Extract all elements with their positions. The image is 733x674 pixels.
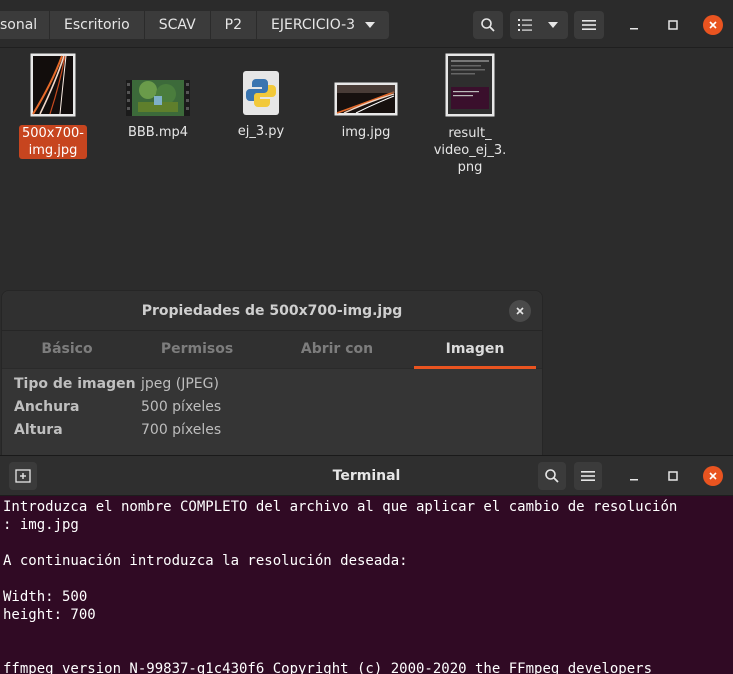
minimize-icon [630,479,638,481]
file-name-label: 500x700- img.jpg [18,125,87,159]
search-button[interactable] [473,11,503,39]
terminal-line: ​ [3,534,725,552]
property-value: jpeg (JPEG) [141,376,219,392]
new-tab-icon [15,469,31,483]
file-name-label: result_ video_ej_3.png [431,125,510,176]
properties-dialog: Propiedades de 500x700-img.jpg Básico Pe… [1,290,543,470]
property-row-tipo: Tipo de imagen jpeg (JPEG) [14,375,219,393]
maximize-icon [668,471,678,481]
file-name-line: 500x700- [21,126,84,141]
terminal-window: Terminal Introduzca el nombre COMPLETO d… [0,455,733,674]
image-thumbnail-icon [30,53,76,117]
tab-permisos[interactable]: Permisos [132,331,262,369]
tab-bar: Básico Permisos Abrir con Imagen [2,331,542,369]
file-name-line: png [457,160,483,175]
minimize-icon [630,28,638,30]
image-thumbnail-icon [334,82,398,116]
terminal-line: ​ [3,642,725,660]
file-name-label: img.jpg [341,125,391,140]
breadcrumb-item-escritorio[interactable]: Escritorio [50,11,145,39]
dialog-title: Propiedades de 500x700-img.jpg [2,291,542,331]
file-item-ej-3-py[interactable]: ej_3.py [216,71,306,140]
property-label: Tipo de imagen [14,376,136,392]
view-list-button[interactable] [510,11,540,39]
property-row-altura: Altura 700 píxeles [14,421,221,439]
terminal-line: Width: 500 [3,589,88,605]
terminal-line: ffmpeg version N-99837-g1c430f6 Copyrigh… [3,661,653,674]
screenshot-thumbnail-icon [445,53,495,117]
file-item-img-jpg[interactable]: img.jpg [321,82,411,141]
file-name-label: ej_3.py [237,124,285,139]
search-icon [481,18,495,32]
file-item-result-video-ej-3-png[interactable]: result_ video_ej_3.png [425,53,515,176]
file-name-line: video_ej_3. [433,143,507,158]
video-thumbnail-icon [126,80,190,116]
file-name-line: result_ [448,126,492,141]
terminal-output[interactable]: Introduzca el nombre COMPLETO del archiv… [3,498,725,674]
close-icon [516,307,524,315]
close-icon [703,466,723,486]
file-manager-header: sonal Escritorio SCAV P2 EJERCICIO-3 [0,0,733,48]
breadcrumb-item-personal[interactable]: sonal [0,11,50,39]
terminal-line: Introduzca el nombre COMPLETO del archiv… [3,499,678,515]
terminal-line: A continuación introduzca la resolución … [3,553,408,569]
terminal-line: ​ [3,570,725,588]
search-icon [545,469,559,483]
property-label: Anchura [14,399,80,415]
tab-basico[interactable]: Básico [2,331,132,369]
close-button[interactable] [702,14,724,36]
file-item-bbb-mp4[interactable]: BBB.mp4 [113,80,203,141]
terminal-line: : img.jpg [3,517,79,533]
breadcrumb-item-p2[interactable]: P2 [210,11,258,39]
property-value: 500 píxeles [141,399,222,415]
file-name-line: img.jpg [28,143,78,158]
tab-imagen[interactable]: Imagen [414,331,536,369]
terminal-menu-button[interactable] [574,462,602,490]
chevron-down-icon [365,22,376,28]
property-label: Altura [14,422,63,438]
breadcrumb-current-label: EJERCICIO-3 [271,17,356,33]
maximize-icon [668,20,678,30]
terminal-maximize-button[interactable] [662,465,684,487]
breadcrumb: sonal Escritorio SCAV P2 EJERCICIO-3 [0,11,391,39]
file-item-500x700-img[interactable]: 500x700- img.jpg [8,53,98,159]
terminal-line: height: 700 [3,607,96,623]
close-icon [703,15,723,35]
chevron-down-icon [548,22,558,28]
terminal-line: ​ [3,624,725,642]
file-name-label: BBB.mp4 [127,125,189,140]
minimize-button[interactable] [623,14,645,36]
property-value: 700 píxeles [141,422,222,438]
view-options-button[interactable] [538,11,568,39]
hamburger-menu-icon [582,20,596,30]
terminal-header: Terminal [0,456,733,496]
python-file-icon [243,71,279,115]
breadcrumb-item-scav[interactable]: SCAV [144,11,211,39]
terminal-search-button[interactable] [538,462,566,490]
desktop: sonal Escritorio SCAV P2 EJERCICIO-3 500… [0,0,733,674]
terminal-close-button[interactable] [702,465,724,487]
property-row-anchura: Anchura 500 píxeles [14,398,221,416]
maximize-button[interactable] [662,14,684,36]
tab-abrir-con[interactable]: Abrir con [272,331,402,369]
terminal-minimize-button[interactable] [623,465,645,487]
new-tab-button[interactable] [9,462,37,490]
hamburger-menu-icon [581,471,595,481]
list-view-icon [518,19,532,31]
main-menu-button[interactable] [574,11,604,39]
breadcrumb-item-ejercicio-3[interactable]: EJERCICIO-3 [257,11,391,39]
dialog-close-button[interactable] [509,300,531,322]
